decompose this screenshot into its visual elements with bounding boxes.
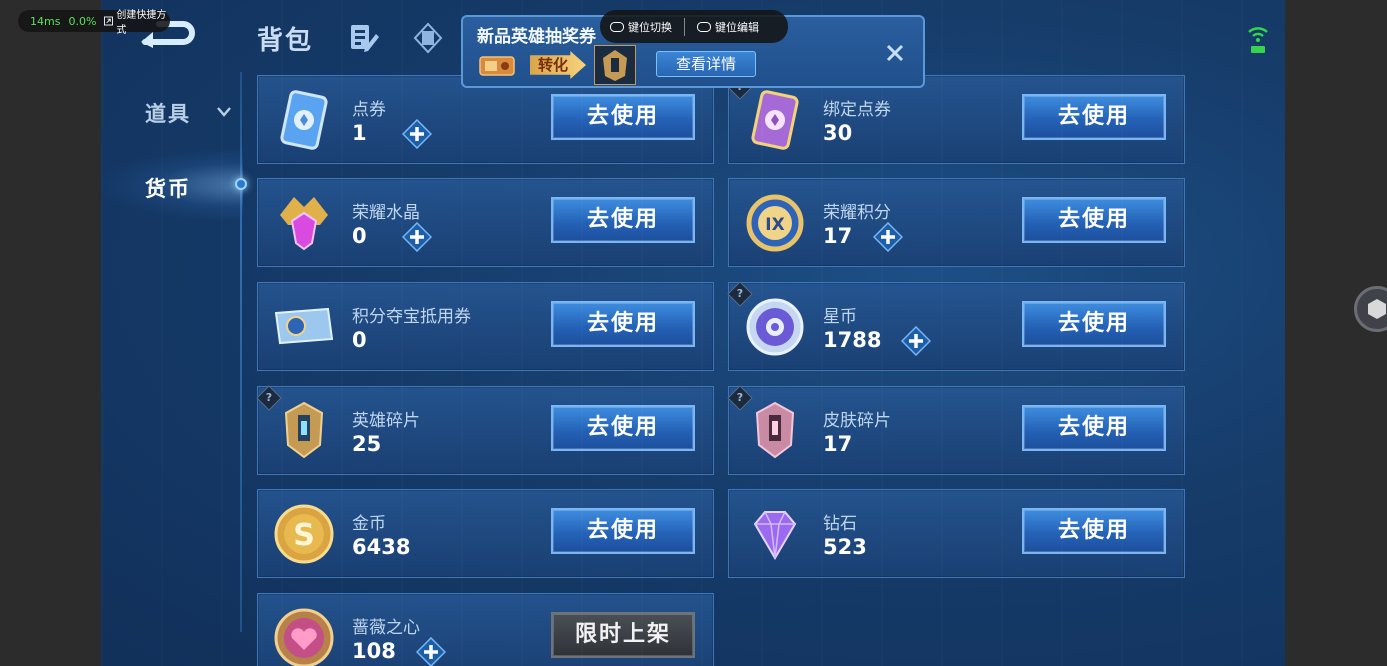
chevron-down-icon bbox=[217, 107, 231, 117]
game-view: 背包 道具 货币 点券1去使用?绑定点券30去使用荣耀水晶0去使用IX荣耀积分1… bbox=[101, 0, 1285, 666]
currency-name: 金币 bbox=[352, 514, 386, 534]
currency-name: 英雄碎片 bbox=[352, 411, 420, 431]
currency-card: ? 英雄碎片 25 去使用 bbox=[256, 385, 714, 475]
plus-icon[interactable] bbox=[402, 222, 432, 252]
card-deck-icon[interactable] bbox=[413, 22, 443, 54]
currency-amount: 25 bbox=[352, 432, 382, 456]
limited-time-button[interactable]: 限时上架 bbox=[551, 612, 695, 658]
floating-assistant-handle[interactable] bbox=[1354, 286, 1387, 332]
shortcut-label: 创建快捷方式 bbox=[116, 10, 167, 36]
currency-amount: 6438 bbox=[352, 535, 411, 559]
plus-icon[interactable] bbox=[873, 222, 903, 252]
currency-card: ? 星币 1788 去使用 bbox=[727, 281, 1185, 371]
key-mapping-overlay: 键位切换 键位编辑 bbox=[600, 10, 788, 43]
currency-amount: 0 bbox=[352, 224, 367, 248]
tab-backpack[interactable]: 背包 bbox=[257, 20, 313, 57]
hero-fragment-icon bbox=[284, 401, 324, 459]
hero-fragment-thumbnail bbox=[594, 45, 636, 85]
use-button[interactable]: 去使用 bbox=[551, 197, 695, 243]
performance-overlay: 14ms 0.0% 创建快捷方式 bbox=[18, 10, 170, 36]
key-switch-label: 键位切换 bbox=[628, 20, 672, 34]
hexagon-icon bbox=[1368, 299, 1386, 319]
sidebar-item-label: 货币 bbox=[145, 177, 191, 201]
sidebar-item-label: 道具 bbox=[145, 102, 191, 126]
currency-card: 点券 1 去使用 bbox=[257, 75, 714, 164]
latency-readout: 14ms bbox=[30, 14, 61, 28]
svg-text:S: S bbox=[293, 518, 315, 553]
currency-card: 钻石 523 去使用 bbox=[728, 489, 1185, 578]
gamepad-icon bbox=[697, 21, 711, 32]
currency-name: 绑定点券 bbox=[823, 100, 891, 120]
currency-card: 荣耀水晶 0 去使用 bbox=[257, 178, 714, 267]
currency-amount: 1788 bbox=[823, 328, 882, 352]
voucher-card-icon bbox=[280, 90, 328, 150]
convert-label: 转化 bbox=[538, 56, 569, 74]
currency-card: 积分夺宝抵用券 0 去使用 bbox=[257, 282, 714, 371]
use-button[interactable]: 去使用 bbox=[1022, 94, 1166, 140]
use-button[interactable]: 去使用 bbox=[551, 405, 695, 451]
wifi-signal-icon bbox=[1248, 27, 1268, 53]
currency-name: 蔷薇之心 bbox=[352, 618, 420, 638]
rose-heart-icon bbox=[274, 608, 334, 666]
key-edit-button[interactable]: 键位编辑 bbox=[697, 19, 759, 35]
gold-coin-icon: S bbox=[274, 504, 334, 564]
skin-fragment-icon bbox=[755, 401, 795, 459]
star-coin-icon bbox=[746, 298, 804, 356]
currency-card: ? 皮肤碎片 17 去使用 bbox=[727, 385, 1185, 475]
sidebar-selection-dot bbox=[235, 178, 247, 190]
currency-amount: 108 bbox=[352, 639, 396, 663]
bound-voucher-card-icon bbox=[751, 90, 799, 150]
currency-name: 星币 bbox=[823, 307, 857, 327]
close-icon[interactable] bbox=[886, 44, 904, 62]
plus-icon[interactable] bbox=[901, 326, 931, 356]
glory-points-icon: IX bbox=[746, 194, 804, 252]
hero-ticket-icon bbox=[479, 56, 515, 76]
hero-fragment-icon bbox=[603, 50, 627, 81]
edit-list-icon[interactable] bbox=[349, 22, 379, 54]
currency-name: 荣耀积分 bbox=[823, 203, 891, 223]
shortcut-icon bbox=[104, 16, 114, 26]
currency-card: IX 荣耀积分 17 去使用 bbox=[728, 178, 1185, 267]
convert-arrow: 转化 bbox=[530, 51, 586, 79]
use-button[interactable]: 去使用 bbox=[551, 508, 695, 554]
currency-amount: 523 bbox=[823, 535, 867, 559]
currency-amount: 17 bbox=[823, 224, 853, 248]
currency-name: 钻石 bbox=[823, 514, 857, 534]
sidebar-item-currency[interactable]: 货币 bbox=[145, 173, 191, 203]
currency-name: 积分夺宝抵用券 bbox=[352, 307, 471, 327]
currency-name: 荣耀水晶 bbox=[352, 203, 420, 223]
currency-card: 蔷薇之心 108 限时上架 bbox=[257, 593, 714, 666]
use-button[interactable]: 去使用 bbox=[551, 301, 695, 347]
shortcut-link[interactable]: 创建快捷方式 bbox=[104, 6, 170, 36]
currency-amount: 0 bbox=[352, 328, 367, 352]
currency-amount: 1 bbox=[352, 121, 367, 145]
plus-icon[interactable] bbox=[416, 637, 446, 666]
key-switch-button[interactable]: 键位切换 bbox=[610, 19, 672, 35]
view-details-button[interactable]: 查看详情 bbox=[656, 51, 756, 77]
cpu-readout: 0.0% bbox=[68, 14, 97, 28]
currency-amount: 30 bbox=[823, 121, 853, 145]
app-window: 背包 道具 货币 点券1去使用?绑定点券30去使用荣耀水晶0去使用IX荣耀积分1… bbox=[0, 0, 1387, 666]
popup-title: 新品英雄抽奖券 bbox=[477, 27, 596, 47]
use-button[interactable]: 去使用 bbox=[1022, 301, 1166, 347]
currency-name: 点券 bbox=[352, 100, 386, 120]
svg-text:IX: IX bbox=[765, 215, 784, 235]
use-button[interactable]: 去使用 bbox=[1022, 508, 1166, 554]
plus-icon[interactable] bbox=[402, 119, 432, 149]
use-button[interactable]: 去使用 bbox=[551, 94, 695, 140]
currency-card: ?绑定点券30去使用 bbox=[727, 74, 1185, 164]
use-button[interactable]: 去使用 bbox=[1022, 197, 1166, 243]
currency-name: 皮肤碎片 bbox=[823, 411, 891, 431]
currency-card: S 金币 6438 去使用 bbox=[257, 489, 714, 578]
use-button[interactable]: 去使用 bbox=[1022, 405, 1166, 451]
points-lottery-ticket-icon bbox=[274, 307, 334, 345]
diamond-icon bbox=[753, 511, 797, 560]
gamepad-icon bbox=[610, 21, 624, 32]
sidebar-item-props[interactable]: 道具 bbox=[145, 98, 231, 128]
glory-crystal-icon bbox=[280, 197, 328, 251]
overlay-divider bbox=[684, 17, 685, 36]
currency-amount: 17 bbox=[823, 432, 853, 456]
key-edit-label: 键位编辑 bbox=[715, 20, 759, 34]
